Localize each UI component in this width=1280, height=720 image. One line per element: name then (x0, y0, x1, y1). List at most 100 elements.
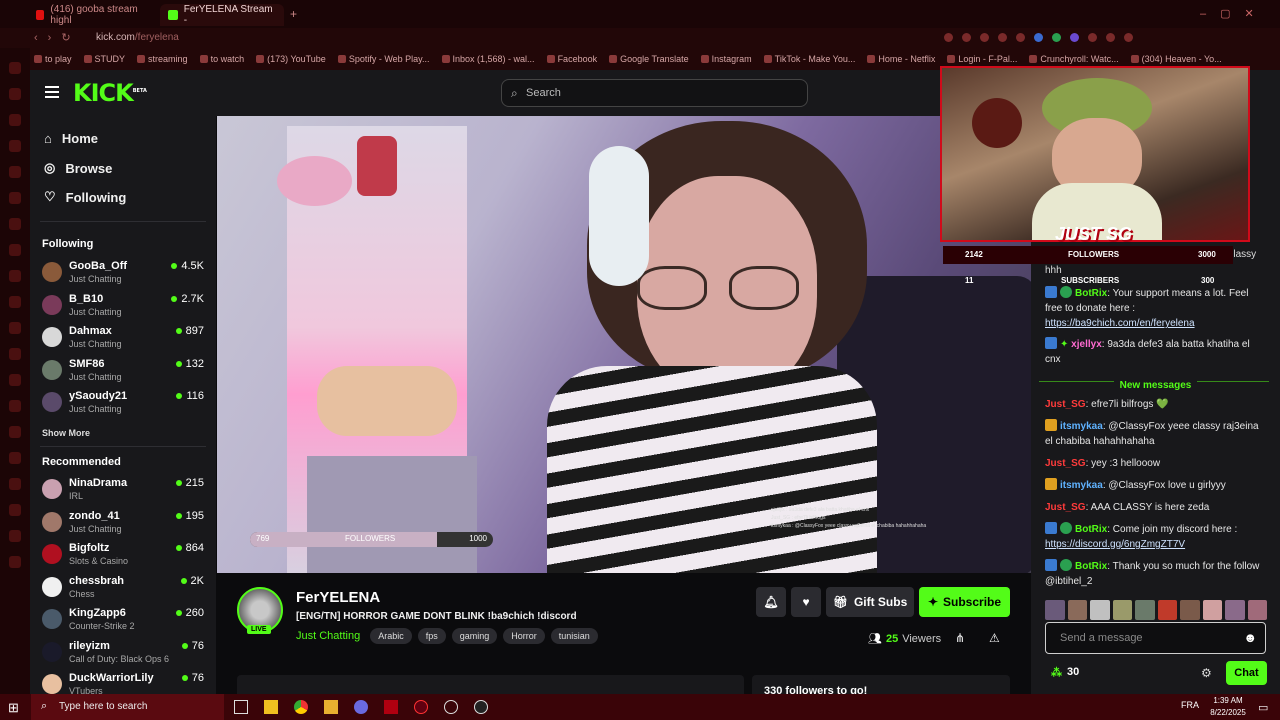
category-link[interactable]: Just Chatting (296, 630, 360, 642)
sidebar-channel-gooba_off[interactable]: GooBa_Off Just Chatting 4.5K (42, 260, 206, 290)
steam-icon[interactable] (444, 700, 458, 714)
bookmark-item[interactable]: Instagram (700, 54, 752, 64)
emote-icon[interactable] (1135, 600, 1155, 620)
language-indicator[interactable]: FRA (1181, 700, 1199, 710)
subscribe-button[interactable]: ✦ Subscribe (919, 587, 1010, 617)
chat-username[interactable]: Just_SG (1045, 458, 1086, 469)
rail-shortcut-icon[interactable] (9, 556, 21, 568)
send-chat-button[interactable]: Chat (1226, 661, 1267, 685)
bookmark-item[interactable]: TikTok - Make You... (763, 54, 855, 64)
rail-shortcut-icon[interactable] (9, 504, 21, 516)
task-view-icon[interactable] (234, 700, 248, 714)
chat-username[interactable]: Just_SG (1045, 399, 1086, 410)
chat-username[interactable]: itsmykaa (1060, 480, 1103, 491)
chat-link[interactable]: https://discord.gg/6ngZmgZT7V (1045, 539, 1185, 550)
sidebar-channel-kingzapp6[interactable]: KingZapp6 Counter-Strike 2 260 (42, 607, 206, 637)
chat-username[interactable]: xjellyx (1071, 339, 1102, 350)
streamer-name[interactable]: FerYELENA (296, 589, 380, 606)
rail-shortcut-icon[interactable] (9, 88, 21, 100)
chat-username[interactable]: BotRix (1075, 288, 1107, 299)
bookmark-item[interactable]: Login - F-Pal... (947, 54, 1017, 64)
sidebar-channel-b_b10[interactable]: B_B10 Just Chatting 2.7K (42, 293, 206, 323)
chat-username[interactable]: itsmykaa (1060, 421, 1103, 432)
chat-username[interactable]: BotRix (1075, 561, 1107, 572)
chrome-icon[interactable] (294, 700, 308, 714)
bookmark-item[interactable]: Spotify - Web Play... (337, 54, 430, 64)
show-more-button[interactable]: Show More (42, 428, 90, 438)
emote-icon[interactable] (1045, 600, 1065, 620)
emote-icon[interactable] (1180, 600, 1200, 620)
rail-shortcut-icon[interactable] (9, 322, 21, 334)
bookmark-item[interactable]: Home - Netflix (867, 54, 935, 64)
rail-shortcut-icon[interactable] (9, 270, 21, 282)
rail-shortcut-icon[interactable] (9, 400, 21, 412)
chat-input[interactable]: Send a message ☻ (1045, 622, 1266, 654)
sidebar-channel-chessbrah[interactable]: chessbrah Chess 2K (42, 575, 206, 605)
emote-icon[interactable] (1067, 600, 1087, 620)
logitech-icon[interactable] (474, 700, 488, 714)
chat-link[interactable]: https://ba9chich.com/en/feryelena (1045, 318, 1195, 329)
report-icon[interactable]: ⚠ (989, 631, 1000, 645)
emoji-icon[interactable]: ☻ (1243, 630, 1257, 645)
nav-following[interactable]: ♡ Following (44, 189, 126, 205)
rail-shortcut-icon[interactable] (9, 296, 21, 308)
sidebar-channel-rileyizm[interactable]: rileyizm Call of Duty: Black Ops 6 76 (42, 640, 206, 670)
window-controls[interactable]: –▢✕ (1200, 7, 1268, 20)
bookmark-item[interactable]: streaming (137, 54, 188, 64)
sticky-notes-icon[interactable] (264, 700, 278, 714)
emote-icon[interactable] (1112, 600, 1132, 620)
discord-icon[interactable] (354, 700, 368, 714)
tag[interactable]: fps (417, 628, 446, 644)
bookmark-item[interactable]: Google Translate (609, 54, 689, 64)
nav-home[interactable]: ⌂ Home (44, 131, 98, 146)
browser-tab[interactable]: (416) gooba stream highl (28, 4, 152, 26)
search-input[interactable]: Search (526, 87, 561, 99)
rail-shortcut-icon[interactable] (9, 62, 21, 74)
emote-icon[interactable] (1247, 600, 1267, 620)
rail-shortcut-icon[interactable] (9, 530, 21, 542)
sidebar-channel-smf86[interactable]: SMF86 Just Chatting 132 (42, 358, 206, 388)
sidebar-channel-bigfoltz[interactable]: Bigfoltz Slots & Casino 864 (42, 542, 206, 572)
tag[interactable]: tunisian (550, 628, 598, 644)
rail-shortcut-icon[interactable] (9, 140, 21, 152)
rail-shortcut-icon[interactable] (9, 426, 21, 438)
channel-points[interactable]: ⁂ 30 (1051, 666, 1079, 679)
bookmark-item[interactable]: Crunchyroll: Watc... (1029, 54, 1119, 64)
bookmark-item[interactable]: STUDY (83, 54, 125, 64)
gift-subs-button[interactable]: 🎁︎ Gift Subs (826, 587, 914, 617)
emote-icon[interactable] (1090, 600, 1110, 620)
tag[interactable]: Horror (503, 628, 545, 644)
search-box[interactable]: ⌕ Search (501, 79, 808, 107)
chat-username[interactable]: Just_SG (1045, 502, 1086, 513)
chat-settings-icon[interactable]: ⚙ (1201, 666, 1212, 680)
rail-shortcut-icon[interactable] (9, 192, 21, 204)
notification-bell-button[interactable]: 🔔︎ (756, 587, 786, 617)
bookmark-item[interactable]: (173) YouTube (256, 54, 326, 64)
file-explorer-icon[interactable] (324, 700, 338, 714)
rail-shortcut-icon[interactable] (9, 348, 21, 360)
obs-icon[interactable] (414, 700, 428, 714)
rail-shortcut-icon[interactable] (9, 478, 21, 490)
nav-arrows-icon[interactable]: ‹›↻ (34, 31, 81, 44)
sidebar-channel-dahmax[interactable]: Dahmax Just Chatting 897 (42, 325, 206, 355)
browser-tab-active[interactable]: FerYELENA Stream - (160, 4, 284, 26)
menu-icon[interactable] (45, 86, 59, 98)
rail-shortcut-icon[interactable] (9, 166, 21, 178)
share-icon[interactable]: ⋔ (955, 631, 965, 645)
emote-icon[interactable] (1157, 600, 1177, 620)
clock[interactable]: 1:39 AM 8/22/2025 (1206, 695, 1250, 719)
new-tab-icon[interactable]: + (290, 7, 297, 21)
tag[interactable]: gaming (451, 628, 498, 644)
rail-shortcut-icon[interactable] (9, 114, 21, 126)
bookmark-item[interactable]: Inbox (1,568) - wal... (441, 54, 535, 64)
emote-icon[interactable] (1202, 600, 1222, 620)
bookmark-item[interactable]: (304) Heaven - Yo... (1130, 54, 1222, 64)
emote-icon[interactable] (1225, 600, 1245, 620)
sidebar-channel-ninadrama[interactable]: NinaDrama IRL 215 (42, 477, 206, 507)
sidebar-channel-ysaoudy21[interactable]: ySaoudy21 Just Chatting 116 (42, 390, 206, 420)
follow-button[interactable]: ♥ (791, 587, 821, 617)
sidebar-channel-zondo_41[interactable]: zondo_41 Just Chatting 195 (42, 510, 206, 540)
rail-shortcut-icon[interactable] (9, 374, 21, 386)
notifications-icon[interactable]: ▭ (1258, 701, 1268, 714)
chat-username[interactable]: BotRix (1075, 524, 1107, 535)
